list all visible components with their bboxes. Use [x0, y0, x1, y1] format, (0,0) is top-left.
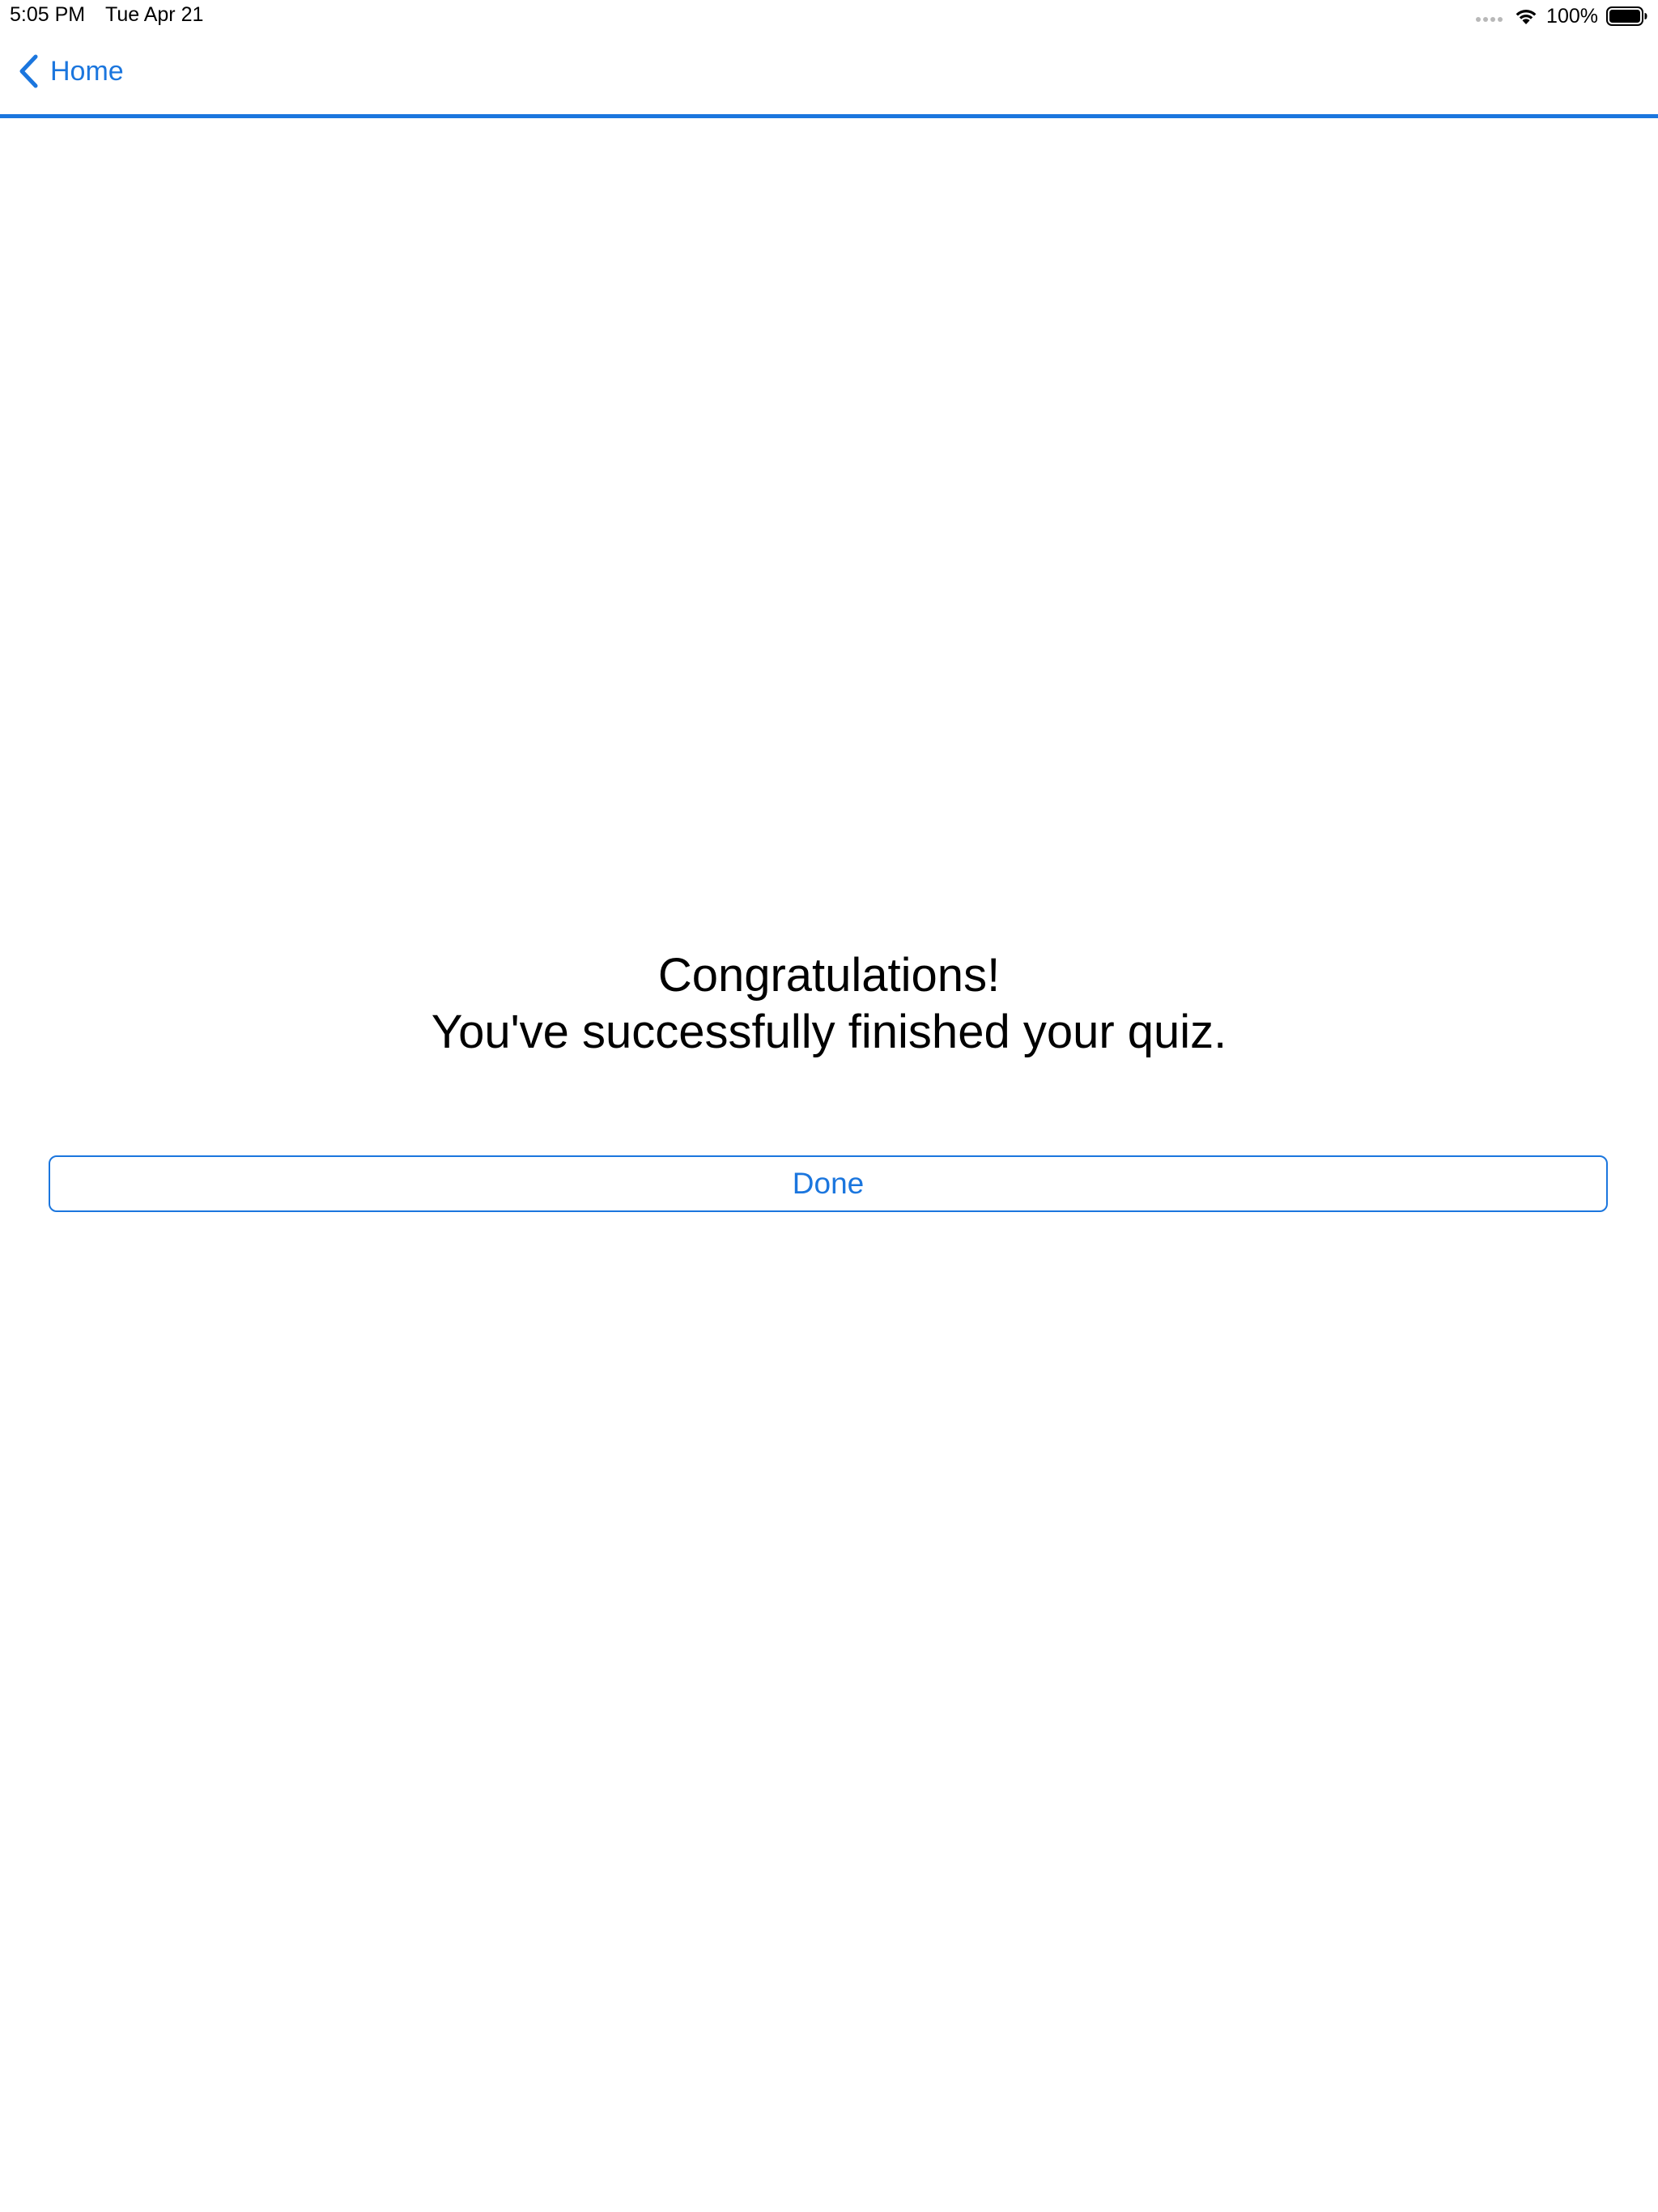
status-date: Tue Apr 21	[105, 3, 204, 26]
navigation-bar: Home	[0, 32, 1658, 118]
battery-icon	[1606, 6, 1647, 26]
battery-percent: 100%	[1546, 4, 1598, 28]
wifi-icon	[1516, 10, 1537, 24]
congratulations-heading: Congratulations!	[657, 949, 1001, 1002]
signal-dots-icon	[1476, 17, 1503, 22]
status-indicators: 100%	[1476, 3, 1648, 29]
completion-message: Congratulations! You've successfully fin…	[0, 947, 1658, 1061]
done-button[interactable]: Done	[49, 1155, 1608, 1212]
chevron-left-icon	[19, 54, 38, 88]
completion-subtext: You've successfully finished your quiz.	[431, 1006, 1227, 1058]
status-time: 5:05 PM	[10, 3, 86, 26]
back-button[interactable]: Home	[18, 53, 124, 89]
done-button-label: Done	[792, 1167, 865, 1200]
status-bar: 5:05 PM Tue Apr 21 100%	[0, 0, 1658, 32]
back-button-label: Home	[50, 55, 124, 87]
